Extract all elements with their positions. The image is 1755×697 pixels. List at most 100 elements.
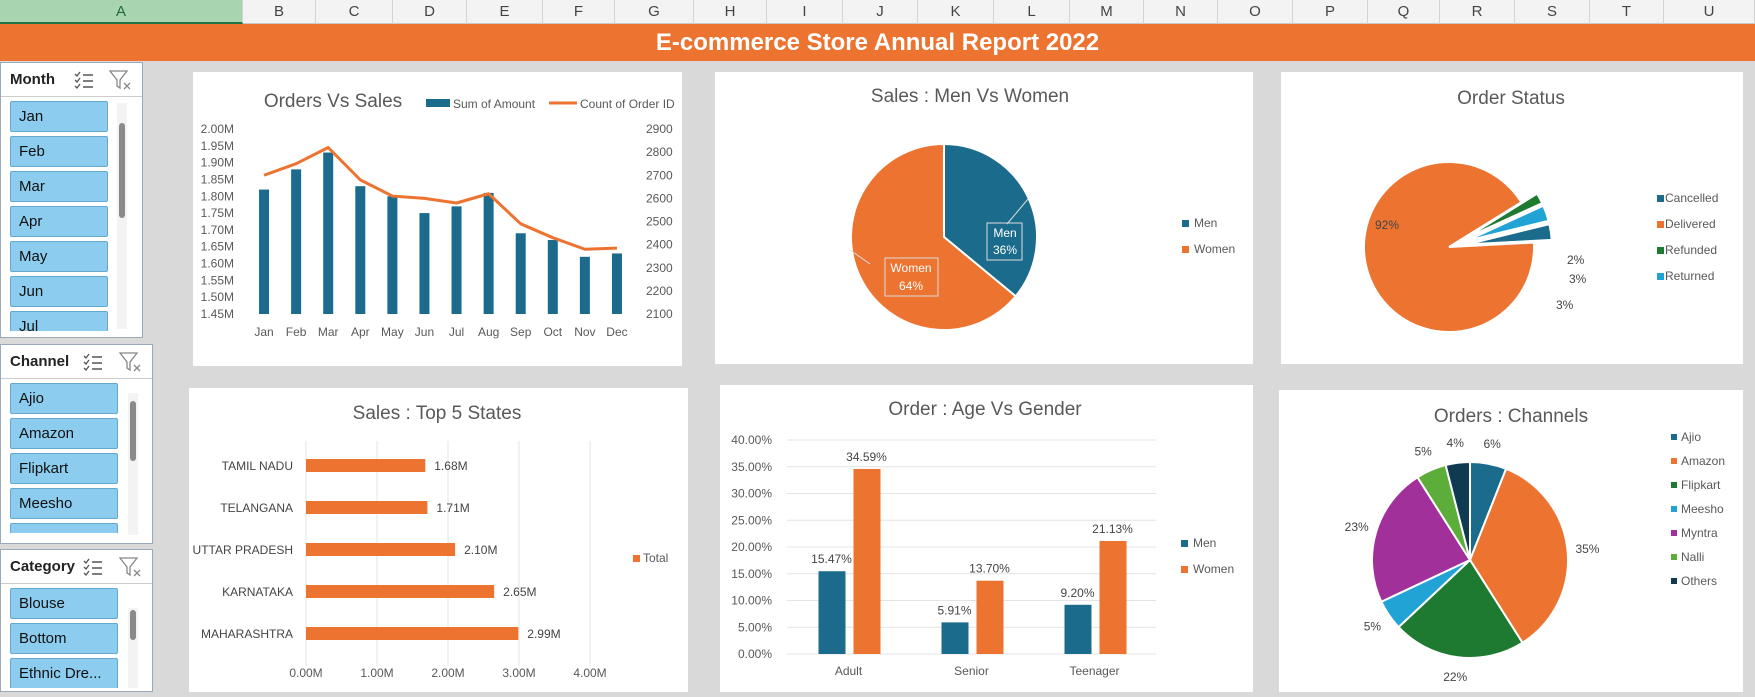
category-slicer[interactable]: Category Blouse Bottom Ethnic Dre... [0,549,153,692]
column-header-m[interactable]: M [1070,0,1144,24]
column-header-i[interactable]: I [767,0,843,24]
slicer-item-myntra[interactable]: Myntra [10,523,118,533]
column-header-t[interactable]: T [1590,0,1664,24]
clear-filter-icon[interactable] [108,69,132,91]
column-header-o[interactable]: O [1218,0,1293,24]
multi-select-icon[interactable] [83,558,103,576]
x-tick-label: 2.00M [431,666,464,680]
column-header-n[interactable]: N [1144,0,1218,24]
slicer-scrollbar[interactable] [128,393,138,535]
data-label-refunded: 2% [1567,253,1585,267]
category-label: UTTAR PRADESH [193,543,293,557]
legend-swatch-amazon [1671,458,1677,464]
slicer-scrollbar[interactable] [117,103,127,329]
y-tick-left: 1.75M [201,206,234,220]
scrollbar-thumb[interactable] [119,123,125,218]
data-label-delivered: 92% [1375,218,1399,232]
bar-men-teenager [1064,604,1092,654]
clear-filter-icon[interactable] [118,556,142,578]
column-header-k[interactable]: K [918,0,994,24]
chart-title: Orders : Channels [1434,406,1588,427]
clear-filter-icon[interactable] [118,351,142,373]
y-tick-left: 2.00M [201,122,234,136]
slicer-item-ajio[interactable]: Ajio [10,383,118,414]
legend-swatch-myntra [1671,530,1677,536]
order-status-chart[interactable]: Order Status 92% 2% 3% 3% Cancelled Delivered R… [1281,72,1743,364]
column-header-s[interactable]: S [1515,0,1590,24]
scrollbar-thumb[interactable] [130,401,136,461]
multi-select-icon[interactable] [74,71,94,89]
legend-swatch-others [1671,578,1677,584]
age-gender-chart[interactable]: Order : Age Vs Gender 0.00% 5.00% 10.00% 15.… [720,385,1253,692]
slicer-item-jan[interactable]: Jan [10,101,108,132]
column-header-j[interactable]: J [843,0,918,24]
slicer-item-may[interactable]: May [10,241,108,272]
pie-slice-delivered [1363,161,1535,333]
data-label-cancelled: 3% [1556,298,1574,312]
slicer-title: Channel [10,353,70,370]
bar-sep [515,233,526,314]
slicer-item-flipkart[interactable]: Flipkart [10,453,118,484]
x-tick-label: Jan [254,325,273,339]
slicer-item-mar[interactable]: Mar [10,171,108,202]
month-slicer[interactable]: Month Jan Feb Mar Apr May Jun Jul [0,62,143,338]
x-tick-label: Apr [351,325,370,339]
sales-gender-chart[interactable]: Sales : Men Vs Women Men 36% Women 64% Men Wom… [715,72,1253,364]
bar-feb [291,169,302,314]
column-header-a[interactable]: A [0,0,243,24]
column-header-e[interactable]: E [467,0,543,24]
y-tick-left: 1.70M [201,223,234,237]
data-label: 2.99M [527,627,560,641]
slicer-item-bottom[interactable]: Bottom [10,623,118,654]
bar-men-senior [941,622,969,654]
column-header-b[interactable]: B [243,0,316,24]
column-header-q[interactable]: Q [1368,0,1440,24]
x-tick-label: Mar [318,325,339,339]
slicer-scrollbar[interactable] [128,608,138,688]
slicer-item-meesho[interactable]: Meesho [10,488,118,519]
column-header-l[interactable]: L [994,0,1070,24]
column-header-c[interactable]: C [316,0,393,24]
slicer-items: Jan Feb Mar Apr May Jun Jul [10,101,108,331]
column-header-g[interactable]: G [615,0,694,24]
column-header-p[interactable]: P [1293,0,1368,24]
y-tick-right: 2700 [646,168,673,182]
category-label: MAHARASHTRA [201,627,293,641]
slicer-item-ethnic-dress[interactable]: Ethnic Dre... [10,658,118,688]
y-tick-right: 2800 [646,145,673,159]
slicer-item-amazon[interactable]: Amazon [10,418,118,449]
column-header-h[interactable]: H [694,0,767,24]
slicer-item-jul[interactable]: Jul [10,311,108,331]
slicer-item-feb[interactable]: Feb [10,136,108,167]
slicer-item-jun[interactable]: Jun [10,276,108,307]
orders-channels-chart[interactable]: Orders : Channels 6% 35% 22% 5% 23% 5% 4% Ajio Am… [1279,390,1743,692]
bar-mar [323,152,334,314]
legend-label-women: Women [1193,562,1234,576]
x-tick-label: Aug [478,325,499,339]
y-tick-label: 10.00% [731,594,772,608]
x-tick-label: Nov [574,325,595,339]
x-tick-label: 4.00M [573,666,606,680]
channel-slicer[interactable]: Channel Ajio Amazon Flipkart Meesho Mynt… [0,344,153,544]
report-title: E-commerce Store Annual Report 2022 [0,24,1755,61]
column-header-r[interactable]: R [1440,0,1515,24]
bar-jun [419,213,430,314]
legend-label-refunded: Refunded [1665,243,1717,257]
column-header-f[interactable]: F [543,0,615,24]
orders-vs-sales-chart[interactable]: Orders Vs Sales Sum of Amount Count of Ord… [193,72,682,366]
column-header-d[interactable]: D [393,0,467,24]
slicer-item-apr[interactable]: Apr [10,206,108,237]
slicer-item-blouse[interactable]: Blouse [10,588,118,619]
data-label: 2.10M [464,543,497,557]
top-states-chart[interactable]: Sales : Top 5 States 0.00M 1.00M 2.00M 3.00M… [189,388,688,692]
y-tick-left: 1.95M [201,139,234,153]
data-label-nalli: 5% [1414,445,1432,459]
bar-oct [547,240,558,314]
column-header-u[interactable]: U [1664,0,1755,24]
scrollbar-thumb[interactable] [130,610,136,640]
multi-select-icon[interactable] [83,353,103,371]
legend-label-women: Women [1194,242,1235,256]
legend-swatch-returned [1657,273,1664,280]
legend-label-others: Others [1681,574,1717,588]
legend-label-total: Total [643,551,668,565]
